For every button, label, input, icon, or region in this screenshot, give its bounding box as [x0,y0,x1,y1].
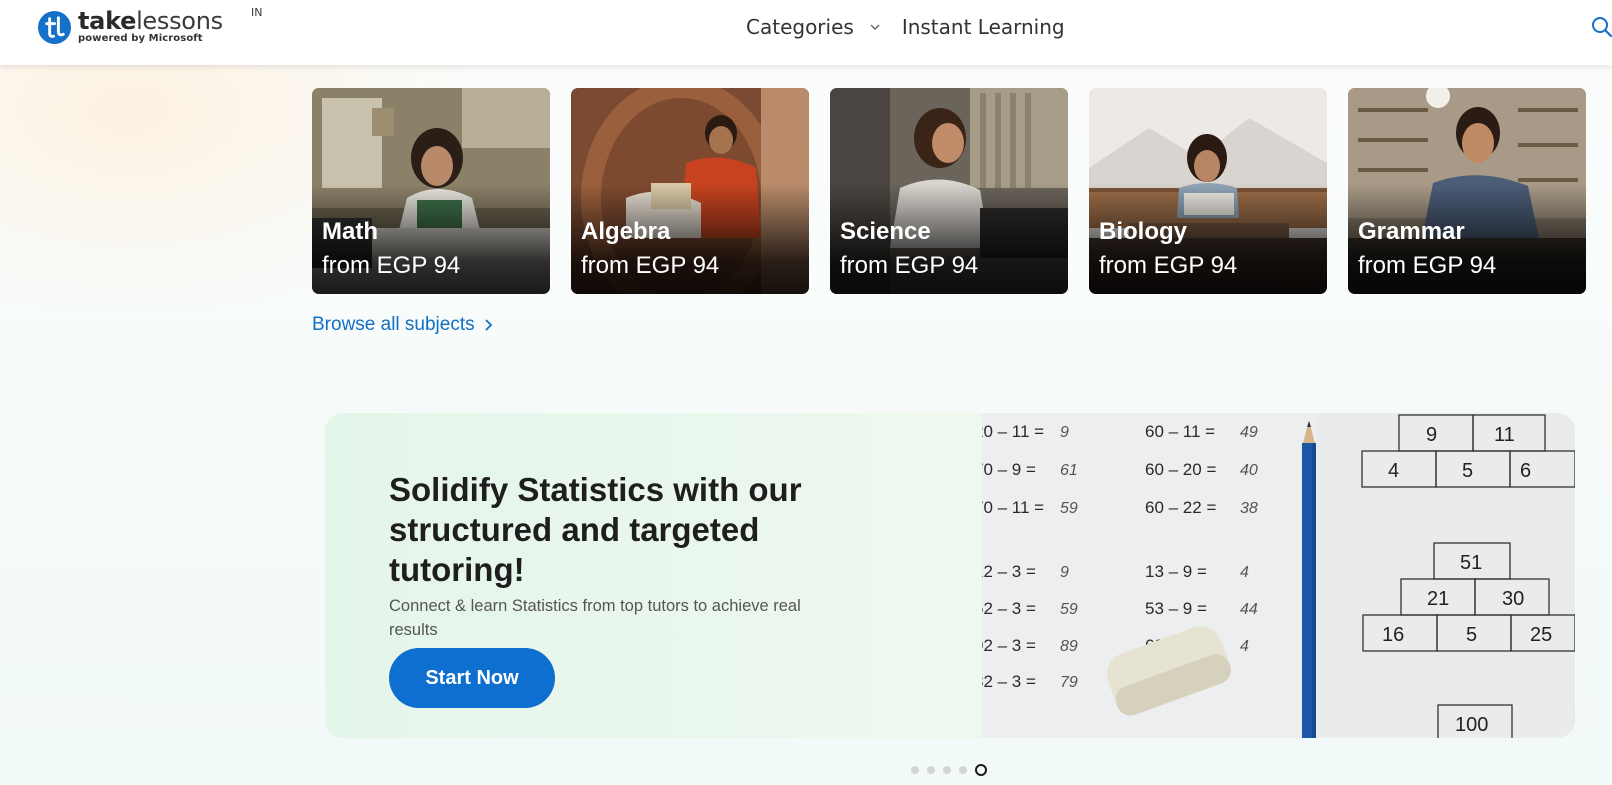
worksheet-equation: 60 – 20 = [1145,460,1216,479]
worksheet-answer: 4 [1240,638,1249,655]
worksheet-answer: 9 [1060,424,1069,441]
subject-name: Biology [1099,218,1187,245]
logo-wordmark: takelessons [78,7,223,35]
subject-name: Math [322,218,378,245]
subject-card-grammar[interactable]: Grammar from EGP 94 [1348,88,1586,294]
subject-card-biology[interactable]: Biology from EGP 94 [1089,88,1327,294]
pyramid-number: 16 [1382,624,1404,646]
subject-name: Algebra [581,218,671,245]
search-icon[interactable] [1591,16,1612,38]
worksheet-answer: 79 [1060,674,1078,691]
carousel-dot-active[interactable] [975,764,987,776]
banner-heading: Solidify Statistics with our structured … [389,471,802,589]
subject-card-algebra[interactable]: Algebra from EGP 94 [571,88,809,294]
worksheet-equation: 92 – 3 = [982,636,1036,655]
site-header: takelessons IN powered by Microsoft Cate… [0,0,1612,65]
subject-name: Grammar [1358,218,1465,245]
chevron-right-icon [484,319,492,331]
logo-mark-icon [37,10,72,45]
worksheet-equation: 70 – 9 = [982,460,1036,479]
worksheet-answer: 4 [1240,564,1249,581]
pyramid-number: 9 [1426,424,1437,446]
pyramid-number: 11 [1494,424,1515,446]
logo-text: takelessons IN powered by Microsoft [78,6,262,44]
worksheet-equation: 62 – 3 = [982,599,1036,618]
chevron-down-icon[interactable] [868,20,882,34]
pyramid-number: 25 [1530,624,1552,646]
subject-price: from EGP 94 [1099,252,1238,279]
worksheet-equation: 20 – 11 = [982,422,1044,441]
worksheet-answer: 38 [1240,500,1258,517]
nav-instant-learning[interactable]: Instant Learning [902,14,1065,40]
subject-card-math[interactable]: Math from EGP 94 [312,88,550,294]
worksheet-equation: 70 – 11 = [982,498,1044,517]
carousel-dot[interactable] [911,766,919,774]
pyramid-number: 21 [1427,588,1449,610]
carousel-dot[interactable] [943,766,951,774]
logo-tagline: powered by Microsoft [78,33,203,44]
worksheet-answer: 40 [1240,462,1258,479]
worksheet-equation: 60 – 22 = [1145,498,1216,517]
pyramid-number: 100 [1455,714,1488,736]
carousel-dot[interactable] [927,766,935,774]
worksheet-equation: 13 – 9 = [1145,562,1207,581]
subject-price: from EGP 94 [581,252,720,279]
worksheet-answer: 49 [1240,424,1258,441]
browse-label: Browse all subjects [312,314,475,335]
worksheet-equation: 82 – 3 = [982,672,1036,691]
pyramid-number: 4 [1388,460,1399,482]
worksheet-answer: 59 [1060,601,1078,618]
nav-categories[interactable]: Categories [746,14,854,40]
worksheet-answer: 59 [1060,500,1078,517]
promo-banner: Solidify Statistics with our structured … [325,413,1575,738]
browse-all-subjects-link[interactable]: Browse all subjects [312,314,495,336]
pyramid-number: 51 [1460,552,1482,574]
worksheet-photo: 20 – 11 = 70 – 9 = 70 – 11 = 12 – 3 = 62 – 3… [982,413,1575,738]
worksheet-equation: 53 – 9 = [1145,599,1207,618]
subject-price: from EGP 94 [840,252,979,279]
pyramid-number: 30 [1502,588,1524,610]
subject-price: from EGP 94 [322,252,461,279]
main-nav: Categories Instant Learning [746,14,1065,40]
carousel-dot[interactable] [959,766,967,774]
worksheet-answer: 9 [1060,564,1069,581]
logo-country-badge: IN [251,6,263,19]
pyramid-number: 6 [1520,460,1531,482]
worksheet-answer: 61 [1060,462,1078,479]
start-now-button[interactable]: Start Now [389,648,555,708]
carousel-dots [911,764,995,776]
pyramid-number: 5 [1462,460,1473,482]
subject-card-science[interactable]: Science from EGP 94 [830,88,1068,294]
worksheet-answer: 44 [1240,601,1258,618]
worksheet-answer: 89 [1060,638,1078,655]
pyramid-number: 5 [1466,624,1477,646]
banner-subtext: Connect & learn Statistics from top tuto… [389,596,801,639]
subject-name: Science [840,218,931,245]
worksheet-equation: 60 – 11 = [1145,422,1215,441]
takelessons-logo[interactable]: takelessons IN powered by Microsoft [37,6,262,51]
worksheet-equation: 12 – 3 = [982,562,1036,581]
subject-price: from EGP 94 [1358,252,1497,279]
